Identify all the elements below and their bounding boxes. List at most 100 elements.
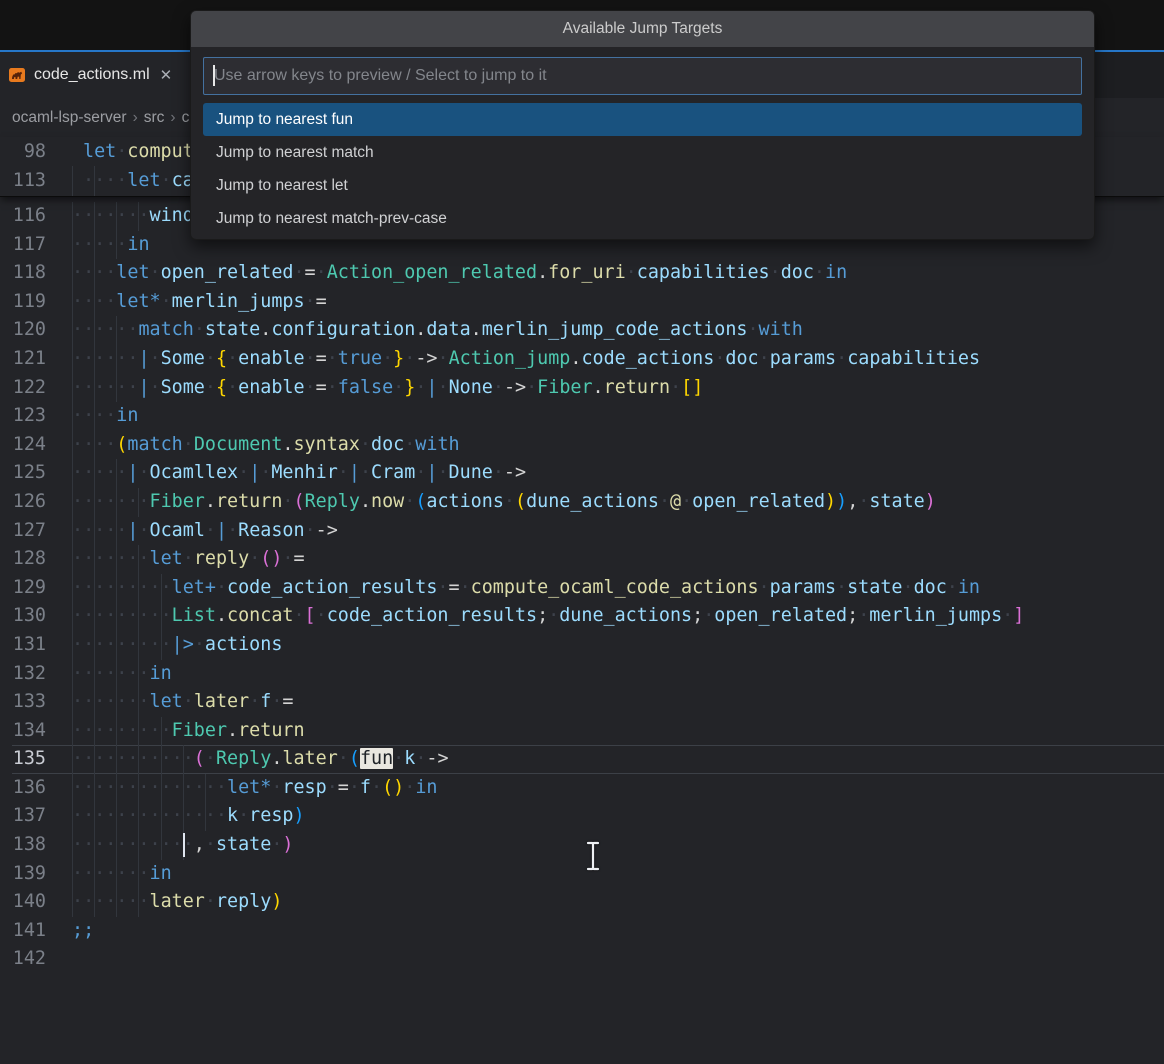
jump-target-item[interactable]: Jump to nearest match-prev-case (203, 202, 1082, 235)
code-token: None (449, 377, 493, 398)
code-token: now (371, 491, 404, 512)
code-token: let (150, 691, 183, 712)
indent-guide (116, 745, 117, 774)
whitespace-dots: · (415, 748, 426, 769)
code-line[interactable]: 118····let·open_related·=·Action_open_re… (0, 259, 1164, 288)
code-line[interactable]: 119····let*·merlin_jumps·= (0, 288, 1164, 317)
whitespace-dots: · (360, 462, 371, 483)
code-line[interactable]: 132·······in (0, 660, 1164, 689)
code-line[interactable]: 136··············let*·resp·=·f·()·in (0, 774, 1164, 803)
code-line[interactable]: 124····(match·Document.syntax·doc·with (0, 431, 1164, 460)
code-line[interactable]: 130·········List.concat·[·code_action_re… (0, 602, 1164, 631)
whitespace-dots: ···· (83, 170, 127, 191)
code-line[interactable]: 137··············k·resp) (0, 802, 1164, 831)
code-token: f (260, 691, 271, 712)
close-icon[interactable]: ✕ (160, 66, 173, 84)
whitespace-dots: · (249, 691, 260, 712)
jump-target-item[interactable]: Jump to nearest let (203, 169, 1082, 202)
breadcrumb-item[interactable]: ocaml-lsp-server (12, 109, 127, 127)
line-number: 138 (0, 831, 46, 860)
whitespace-dots: · (227, 520, 238, 541)
whitespace-dots: · (205, 748, 216, 769)
code-line[interactable]: 120······match·state.configuration.data.… (0, 316, 1164, 345)
jump-filter-input[interactable] (204, 58, 1081, 94)
whitespace-dots: · (836, 577, 847, 598)
code-line[interactable]: 133·······let·later·f·= (0, 688, 1164, 717)
indent-guide (138, 745, 139, 774)
breadcrumb-item[interactable]: src (144, 109, 165, 127)
code-token: . (593, 377, 604, 398)
code-token: later (150, 891, 205, 912)
code-line[interactable]: 131·········|>·actions (0, 631, 1164, 660)
code-token: doc (725, 348, 758, 369)
jump-target-item[interactable]: Jump to nearest fun (203, 103, 1082, 136)
code-token: capabilities (637, 262, 770, 283)
code-line[interactable]: 122······|·Some·{·enable·=·false·}·|·Non… (0, 374, 1164, 403)
whitespace-dots: · (161, 291, 172, 312)
code-token: . (570, 348, 581, 369)
code-line[interactable]: 123····in (0, 402, 1164, 431)
indent-guide (205, 802, 206, 831)
line-number: 116 (0, 202, 46, 231)
code-token: false (338, 377, 393, 398)
code-line[interactable]: 128·······let·reply·()·= (0, 545, 1164, 574)
indent-guide (183, 774, 184, 803)
code-line[interactable]: 125·····|·Ocamllex·|·Menhir·|·Cram·|·Dun… (0, 459, 1164, 488)
code-line[interactable]: 129·········let+·code_action_results·=·c… (0, 574, 1164, 603)
code-token: List (172, 605, 216, 626)
code-line[interactable]: 135···········(·Reply.later·(fun·k·-> (0, 745, 1164, 774)
whitespace-dots: ··········· (72, 834, 194, 855)
code-line[interactable]: 142 (0, 945, 1164, 974)
code-token: | (426, 462, 437, 483)
code-line[interactable]: 127·····|·Ocaml·|·Reason·-> (0, 517, 1164, 546)
whitespace-dots: · (382, 348, 393, 369)
code-line[interactable]: 140·······later·reply) (0, 888, 1164, 917)
code-token: ) (825, 491, 836, 512)
whitespace-dots: ····· (72, 234, 127, 255)
code-line[interactable]: 121······|·Some·{·enable·=·true·}·->·Act… (0, 345, 1164, 374)
indent-guide (116, 602, 117, 631)
code-token: = (305, 262, 316, 283)
jump-target-item[interactable]: Jump to nearest match (203, 136, 1082, 169)
editor[interactable]: 116·······window.showDocument117·····in1… (0, 196, 1164, 1064)
indent-guide (116, 774, 117, 803)
whitespace-dots: ····· (72, 462, 127, 483)
whitespace-dots: · (626, 262, 637, 283)
whitespace-dots: · (316, 605, 327, 626)
code-line[interactable]: 138···········,·state·) (0, 831, 1164, 860)
line-number: 125 (0, 459, 46, 488)
indent-guide (94, 517, 95, 546)
whitespace-dots: · (493, 462, 504, 483)
code-token: later (194, 691, 249, 712)
whitespace-dots: · (327, 777, 338, 798)
whitespace-dots: · (183, 548, 194, 569)
line-text: ·····|·Ocaml·|·Reason·-> (72, 517, 1164, 546)
code-line[interactable]: 139·······in (0, 860, 1164, 889)
whitespace-dots: · (183, 691, 194, 712)
indent-guide (138, 831, 139, 860)
code-token: in (150, 863, 172, 884)
indent-guide (116, 231, 117, 260)
whitespace-dots: · (404, 777, 415, 798)
code-token: code_action_results (327, 605, 537, 626)
line-text: ·········let+·code_action_results·=·comp… (72, 574, 1164, 603)
code-token: Some (161, 377, 205, 398)
code-line[interactable]: 126·······Fiber.return·(Reply.now·(actio… (0, 488, 1164, 517)
indent-guide (94, 631, 95, 660)
code-line[interactable]: 134·········Fiber.return (0, 717, 1164, 746)
tab-code-actions[interactable]: code_actions.ml ✕ (0, 52, 202, 98)
indent-guide (94, 660, 95, 689)
code-token: let (127, 170, 160, 191)
code-token: -> (504, 462, 526, 483)
indent-guide (72, 202, 73, 231)
code-token: Fiber (537, 377, 592, 398)
code-token: merlin_jump_code_actions (482, 319, 748, 340)
indent-guide (116, 202, 117, 231)
code-line[interactable]: 141;; (0, 917, 1164, 946)
indent-guide (72, 517, 73, 546)
code-token: dune_actions (526, 491, 659, 512)
code-token: f (360, 777, 371, 798)
line-number: 122 (0, 374, 46, 403)
line-number: 117 (0, 231, 46, 260)
line-text: ·········|>·actions (72, 631, 1164, 660)
